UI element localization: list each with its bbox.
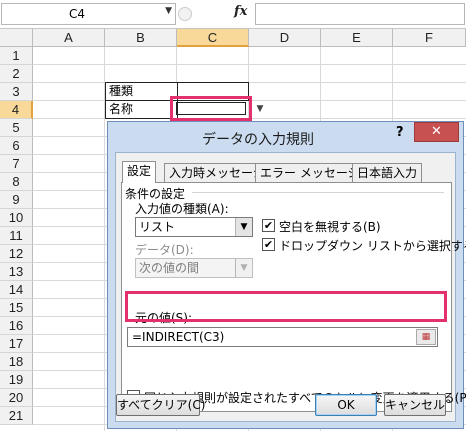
allow-select-value: リスト [139, 220, 176, 234]
select-all-corner[interactable] [0, 29, 33, 47]
tab-ime-mode[interactable]: 日本語入力 [352, 163, 423, 182]
row-header-8[interactable]: 8 [0, 173, 33, 191]
row-header-17[interactable]: 17 [0, 335, 33, 353]
circle-icon [178, 7, 192, 21]
dialog-body: 設定 入力時メッセージ エラー メッセージ 日本語入力 条件の設定 入力値の種類… [115, 152, 466, 422]
dialog-title: データの入力規則 [202, 132, 314, 148]
allow-select[interactable]: リスト ▼ [135, 217, 253, 237]
section-divider [192, 192, 444, 193]
row-header-18[interactable]: 18 [0, 353, 33, 371]
tab-settings[interactable]: 設定 [122, 161, 157, 183]
column-header-a[interactable]: A [33, 29, 105, 47]
data-select: 次の値の間 ▼ [135, 258, 253, 278]
chevron-down-icon: ▼ [235, 259, 252, 277]
cell-b4[interactable]: 名称 [105, 100, 178, 119]
row-header-10[interactable]: 10 [0, 209, 33, 227]
tab-error-message[interactable]: エラー メッセージ [255, 163, 365, 182]
clear-all-button[interactable]: すべてクリア(C) [116, 394, 205, 416]
source-highlight [125, 291, 447, 322]
formula-input[interactable] [255, 3, 465, 25]
tab-input-message[interactable]: 入力時メッセージ [164, 163, 270, 182]
row-header-3[interactable]: 3 [0, 83, 33, 101]
row-header-12[interactable]: 12 [0, 245, 33, 263]
row-header-9[interactable]: 9 [0, 191, 33, 209]
column-header-c[interactable]: C [177, 29, 249, 47]
cancel-button[interactable]: キャンセル [384, 394, 446, 416]
row-header-6[interactable]: 6 [0, 137, 33, 155]
range-select-icon[interactable]: ▦ [416, 329, 436, 345]
data-validation-dialog: データの入力規則 ? ✕ 設定 入力時メッセージ エラー メッセージ 日本語入力… [107, 121, 466, 429]
in-cell-dropdown-label: ドロップダウン リストから選択する(I) [279, 239, 466, 253]
row-header-16[interactable]: 16 [0, 317, 33, 335]
function-icon[interactable]: fx [234, 4, 247, 19]
gridline [33, 64, 466, 65]
row-header-14[interactable]: 14 [0, 281, 33, 299]
row-header-15[interactable]: 15 [0, 299, 33, 317]
source-value: =INDIRECT(C3) [132, 330, 225, 344]
row-header-20[interactable]: 20 [0, 389, 33, 407]
row-header-13[interactable]: 13 [0, 263, 33, 281]
cell-b3[interactable]: 種類 [105, 82, 178, 101]
row-header-1[interactable]: 1 [0, 47, 33, 65]
ok-button[interactable]: OK [315, 394, 377, 416]
dropdown-arrow-icon[interactable]: ▼ [253, 101, 267, 117]
name-box-value: C4 [68, 7, 85, 21]
ignore-blank-label: 空白を無視する(B) [279, 220, 381, 234]
row-header-2[interactable]: 2 [0, 65, 33, 83]
row-header-5[interactable]: 5 [0, 119, 33, 137]
row-header-11[interactable]: 11 [0, 227, 33, 245]
in-cell-dropdown-checkbox[interactable]: ✔ [262, 238, 275, 251]
gridline [33, 82, 466, 83]
ignore-blank-checkbox[interactable]: ✔ [262, 219, 275, 232]
row-header-19[interactable]: 19 [0, 371, 33, 389]
data-label: データ(D): [135, 243, 194, 257]
chevron-down-icon[interactable]: ▼ [235, 218, 252, 236]
active-cell-c4-highlight[interactable] [170, 96, 252, 121]
chevron-down-icon[interactable]: ▼ [165, 6, 172, 16]
allow-label: 入力値の種類(A): [135, 202, 229, 216]
close-icon[interactable]: ✕ [414, 122, 459, 142]
help-icon[interactable]: ? [396, 125, 410, 143]
row-header-21[interactable]: 21 [0, 407, 33, 425]
column-header-b[interactable]: B [105, 29, 177, 47]
data-select-value: 次の値の間 [139, 261, 200, 275]
formula-bar-controls: fx [176, 3, 247, 25]
row-header-4[interactable]: 4 [0, 101, 33, 119]
column-header-e[interactable]: E [321, 29, 393, 47]
row-header-7[interactable]: 7 [0, 155, 33, 173]
source-input[interactable]: =INDIRECT(C3) ▦ [127, 327, 438, 347]
dialog-titlebar[interactable]: データの入力規則 ? ✕ [108, 122, 463, 152]
column-header-f[interactable]: F [393, 29, 466, 47]
name-box[interactable]: C4 ▼ [1, 3, 176, 25]
column-header-d[interactable]: D [249, 29, 321, 47]
cell-c4[interactable] [176, 102, 246, 115]
formula-bar: C4 ▼ fx [0, 0, 466, 29]
